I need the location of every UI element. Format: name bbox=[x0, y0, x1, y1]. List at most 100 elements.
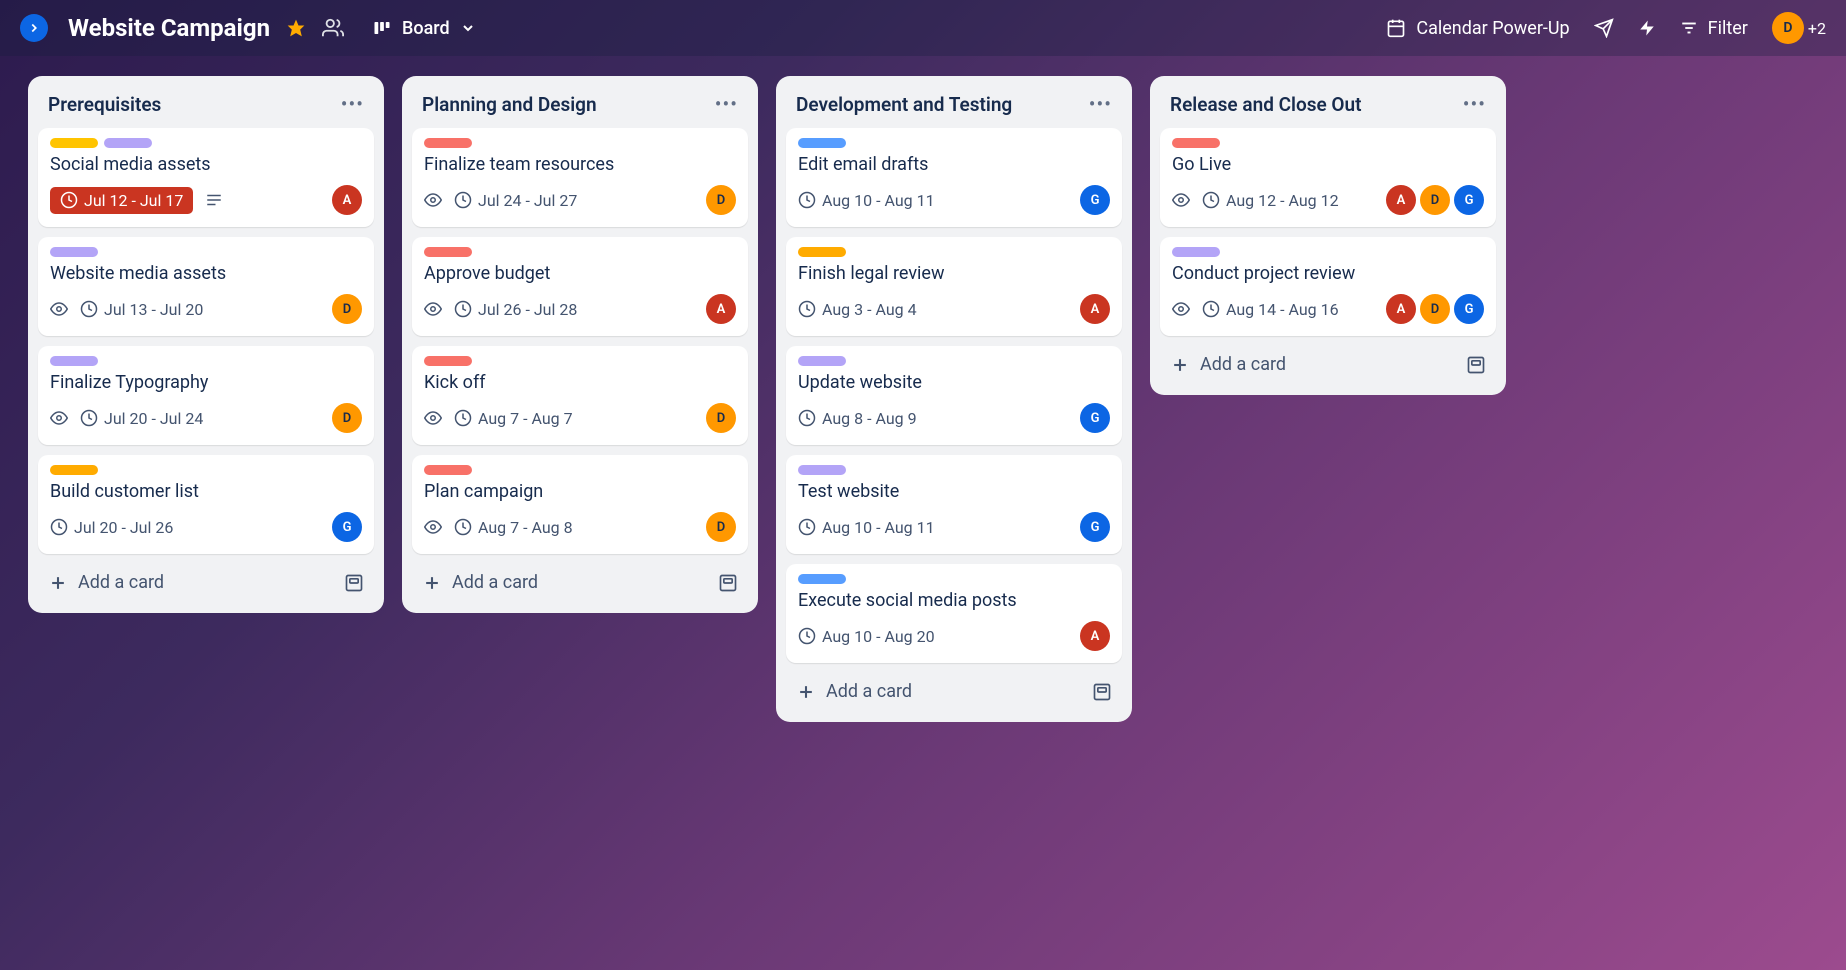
card-template-icon[interactable] bbox=[718, 573, 738, 593]
add-card-button[interactable]: Add a card bbox=[38, 564, 374, 601]
due-date-badge[interactable]: Aug 10 - Aug 11 bbox=[798, 518, 935, 537]
list-menu-button[interactable]: ••• bbox=[341, 92, 364, 116]
card[interactable]: Execute social media posts Aug 10 - Aug … bbox=[786, 564, 1122, 663]
list-title[interactable]: Planning and Design bbox=[422, 93, 597, 116]
card[interactable]: Go Live Aug 12 - Aug 12 ADG bbox=[1160, 128, 1496, 227]
card-member[interactable]: D bbox=[1420, 185, 1450, 215]
card-label[interactable] bbox=[798, 356, 846, 366]
card[interactable]: Finish legal review Aug 3 - Aug 4 A bbox=[786, 237, 1122, 336]
card-title: Social media assets bbox=[50, 154, 362, 175]
card[interactable]: Kick off Aug 7 - Aug 7 D bbox=[412, 346, 748, 445]
automation-icon[interactable] bbox=[1638, 18, 1656, 38]
add-card-button[interactable]: Add a card bbox=[786, 673, 1122, 710]
calendar-power-up-button[interactable]: Calendar Power-Up bbox=[1386, 18, 1569, 39]
expand-sidebar-button[interactable] bbox=[20, 14, 48, 42]
card-member[interactable]: D bbox=[706, 185, 736, 215]
card[interactable]: Website media assets Jul 13 - Jul 20 D bbox=[38, 237, 374, 336]
card-label[interactable] bbox=[798, 574, 846, 584]
card-member[interactable]: G bbox=[1454, 185, 1484, 215]
watch-icon bbox=[50, 409, 68, 427]
due-date-badge[interactable]: Aug 14 - Aug 16 bbox=[1202, 300, 1339, 319]
due-date-badge[interactable]: Jul 13 - Jul 20 bbox=[80, 300, 203, 319]
clock-icon bbox=[798, 409, 816, 427]
member-avatars[interactable]: D +2 bbox=[1772, 12, 1826, 44]
card-member[interactable]: G bbox=[1080, 185, 1110, 215]
filter-button[interactable]: Filter bbox=[1680, 18, 1748, 39]
card-template-icon[interactable] bbox=[1092, 682, 1112, 702]
card[interactable]: Update website Aug 8 - Aug 9 G bbox=[786, 346, 1122, 445]
card[interactable]: Test website Aug 10 - Aug 11 G bbox=[786, 455, 1122, 554]
card[interactable]: Social media assets Jul 12 - Jul 17 A bbox=[38, 128, 374, 227]
due-date-badge[interactable]: Aug 10 - Aug 11 bbox=[798, 191, 935, 210]
card-label[interactable] bbox=[1172, 138, 1220, 148]
card-member[interactable]: D bbox=[332, 403, 362, 433]
list-menu-button[interactable]: ••• bbox=[1089, 92, 1112, 116]
list-title[interactable]: Release and Close Out bbox=[1170, 93, 1362, 116]
card-label[interactable] bbox=[50, 356, 98, 366]
card-member[interactable]: D bbox=[1420, 294, 1450, 324]
avatar[interactable]: D bbox=[1772, 12, 1804, 44]
board-title[interactable]: Website Campaign bbox=[68, 14, 270, 42]
due-date-badge[interactable]: Jul 12 - Jul 17 bbox=[50, 187, 193, 214]
card-label[interactable] bbox=[424, 138, 472, 148]
card-member[interactable]: D bbox=[706, 403, 736, 433]
card-label[interactable] bbox=[424, 356, 472, 366]
due-date-badge[interactable]: Jul 20 - Jul 24 bbox=[80, 409, 203, 428]
card-member[interactable]: A bbox=[1080, 621, 1110, 651]
card-member[interactable]: A bbox=[706, 294, 736, 324]
card-member[interactable]: A bbox=[1386, 294, 1416, 324]
card-member[interactable]: A bbox=[1386, 185, 1416, 215]
card-member[interactable]: G bbox=[1080, 512, 1110, 542]
card-label[interactable] bbox=[104, 138, 152, 148]
add-card-button[interactable]: Add a card bbox=[412, 564, 748, 601]
card[interactable]: Conduct project review Aug 14 - Aug 16 A… bbox=[1160, 237, 1496, 336]
list-menu-button[interactable]: ••• bbox=[715, 92, 738, 116]
card-member[interactable]: A bbox=[332, 185, 362, 215]
due-date-badge[interactable]: Aug 7 - Aug 8 bbox=[454, 518, 573, 537]
clock-icon bbox=[60, 191, 78, 209]
card-template-icon[interactable] bbox=[344, 573, 364, 593]
card-title: Build customer list bbox=[50, 481, 362, 502]
date-text: Aug 8 - Aug 9 bbox=[822, 409, 917, 428]
due-date-badge[interactable]: Aug 12 - Aug 12 bbox=[1202, 191, 1339, 210]
due-date-badge[interactable]: Aug 3 - Aug 4 bbox=[798, 300, 917, 319]
list-menu-button[interactable]: ••• bbox=[1463, 92, 1486, 116]
add-card-button[interactable]: Add a card bbox=[1160, 346, 1496, 383]
card-label[interactable] bbox=[424, 247, 472, 257]
due-date-badge[interactable]: Jul 24 - Jul 27 bbox=[454, 191, 577, 210]
star-icon[interactable] bbox=[286, 18, 306, 38]
more-members-count[interactable]: +2 bbox=[1808, 19, 1826, 38]
card[interactable]: Plan campaign Aug 7 - Aug 8 D bbox=[412, 455, 748, 554]
card-member[interactable]: G bbox=[1454, 294, 1484, 324]
card[interactable]: Approve budget Jul 26 - Jul 28 A bbox=[412, 237, 748, 336]
list-title[interactable]: Prerequisites bbox=[48, 93, 161, 116]
due-date-badge[interactable]: Jul 20 - Jul 26 bbox=[50, 518, 173, 537]
card-label[interactable] bbox=[1172, 247, 1220, 257]
card-member[interactable]: D bbox=[332, 294, 362, 324]
card-label[interactable] bbox=[798, 138, 846, 148]
card[interactable]: Build customer list Jul 20 - Jul 26 G bbox=[38, 455, 374, 554]
card-label[interactable] bbox=[50, 465, 98, 475]
rocket-icon[interactable] bbox=[1594, 18, 1614, 38]
due-date-badge[interactable]: Aug 8 - Aug 9 bbox=[798, 409, 917, 428]
list-title[interactable]: Development and Testing bbox=[796, 93, 1012, 116]
card-template-icon[interactable] bbox=[1466, 355, 1486, 375]
card-member[interactable]: D bbox=[706, 512, 736, 542]
card-member[interactable]: G bbox=[1080, 403, 1110, 433]
power-up-label: Calendar Power-Up bbox=[1416, 18, 1569, 39]
view-switcher[interactable]: Board bbox=[372, 18, 476, 39]
card[interactable]: Finalize team resources Jul 24 - Jul 27 … bbox=[412, 128, 748, 227]
card-member[interactable]: G bbox=[332, 512, 362, 542]
due-date-badge[interactable]: Jul 26 - Jul 28 bbox=[454, 300, 577, 319]
due-date-badge[interactable]: Aug 10 - Aug 20 bbox=[798, 627, 935, 646]
card-label[interactable] bbox=[50, 138, 98, 148]
card-label[interactable] bbox=[798, 247, 846, 257]
card-label[interactable] bbox=[424, 465, 472, 475]
workspace-visibility-icon[interactable] bbox=[322, 17, 344, 39]
card-member[interactable]: A bbox=[1080, 294, 1110, 324]
card[interactable]: Finalize Typography Jul 20 - Jul 24 D bbox=[38, 346, 374, 445]
card-label[interactable] bbox=[798, 465, 846, 475]
due-date-badge[interactable]: Aug 7 - Aug 7 bbox=[454, 409, 573, 428]
card[interactable]: Edit email drafts Aug 10 - Aug 11 G bbox=[786, 128, 1122, 227]
card-label[interactable] bbox=[50, 247, 98, 257]
